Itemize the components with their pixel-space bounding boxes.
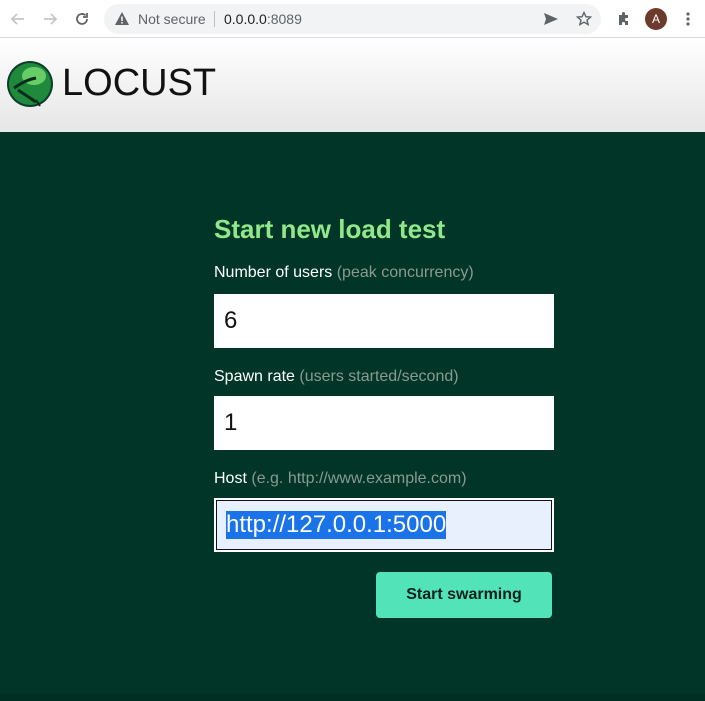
url-port: :8089: [266, 11, 302, 27]
url-text[interactable]: 0.0.0.0:8089: [224, 11, 302, 27]
address-bar[interactable]: Not secure 0.0.0.0:8089: [104, 4, 601, 34]
forward-arrow-icon: [44, 13, 58, 25]
spawn-rate-hint: (users started/second): [299, 368, 459, 385]
warning-icon: [115, 12, 129, 25]
users-value: 6: [224, 307, 238, 334]
start-swarming-button[interactable]: Start swarming: [376, 572, 552, 618]
extensions-button[interactable]: [612, 7, 636, 31]
divider: [214, 11, 215, 27]
spawn-rate-label: Spawn rate (users started/second): [214, 368, 459, 386]
bookmark-button[interactable]: [574, 9, 594, 29]
users-label-text: Number of users: [214, 264, 333, 281]
form-title: Start new load test: [214, 214, 446, 244]
host-label: Host (e.g. http://www.example.com): [214, 470, 467, 488]
logo-text[interactable]: LOCUST: [62, 64, 216, 102]
menu-button[interactable]: [676, 7, 700, 31]
avatar[interactable]: A: [645, 8, 667, 30]
back-arrow-icon: [10, 13, 24, 25]
users-hint: (peak concurrency): [336, 264, 474, 281]
host-hint: (e.g. http://www.example.com): [251, 470, 467, 487]
star-icon: [576, 11, 592, 27]
host-input[interactable]: http://127.0.0.1:5000: [214, 498, 554, 552]
send-icon: [544, 13, 558, 25]
more-icon: [686, 12, 690, 26]
host-label-text: Host: [214, 470, 247, 487]
reload-button[interactable]: [70, 7, 94, 31]
host-value: http://127.0.0.1:5000: [226, 511, 447, 539]
spawn-rate-value: 1: [224, 409, 238, 436]
security-label[interactable]: Not secure: [138, 11, 206, 27]
send-button[interactable]: [541, 9, 561, 29]
bottom-divider: [0, 694, 705, 701]
reload-icon: [76, 13, 88, 25]
locust-logo-icon[interactable]: [6, 60, 54, 108]
app-header: LOCUST: [0, 38, 705, 132]
url-host: 0.0.0.0: [224, 11, 267, 27]
users-input[interactable]: 6: [214, 294, 554, 348]
users-label: Number of users (peak concurrency): [214, 264, 474, 282]
forward-button[interactable]: [38, 7, 62, 31]
back-button[interactable]: [6, 7, 30, 31]
spawn-rate-input[interactable]: 1: [214, 396, 554, 450]
spawn-rate-label-text: Spawn rate: [214, 368, 295, 385]
extensions-icon: [619, 12, 628, 25]
browser-toolbar: Not secure 0.0.0.0:8089 A: [0, 0, 705, 38]
main-panel: Start new load test Number of users (pea…: [0, 132, 705, 701]
